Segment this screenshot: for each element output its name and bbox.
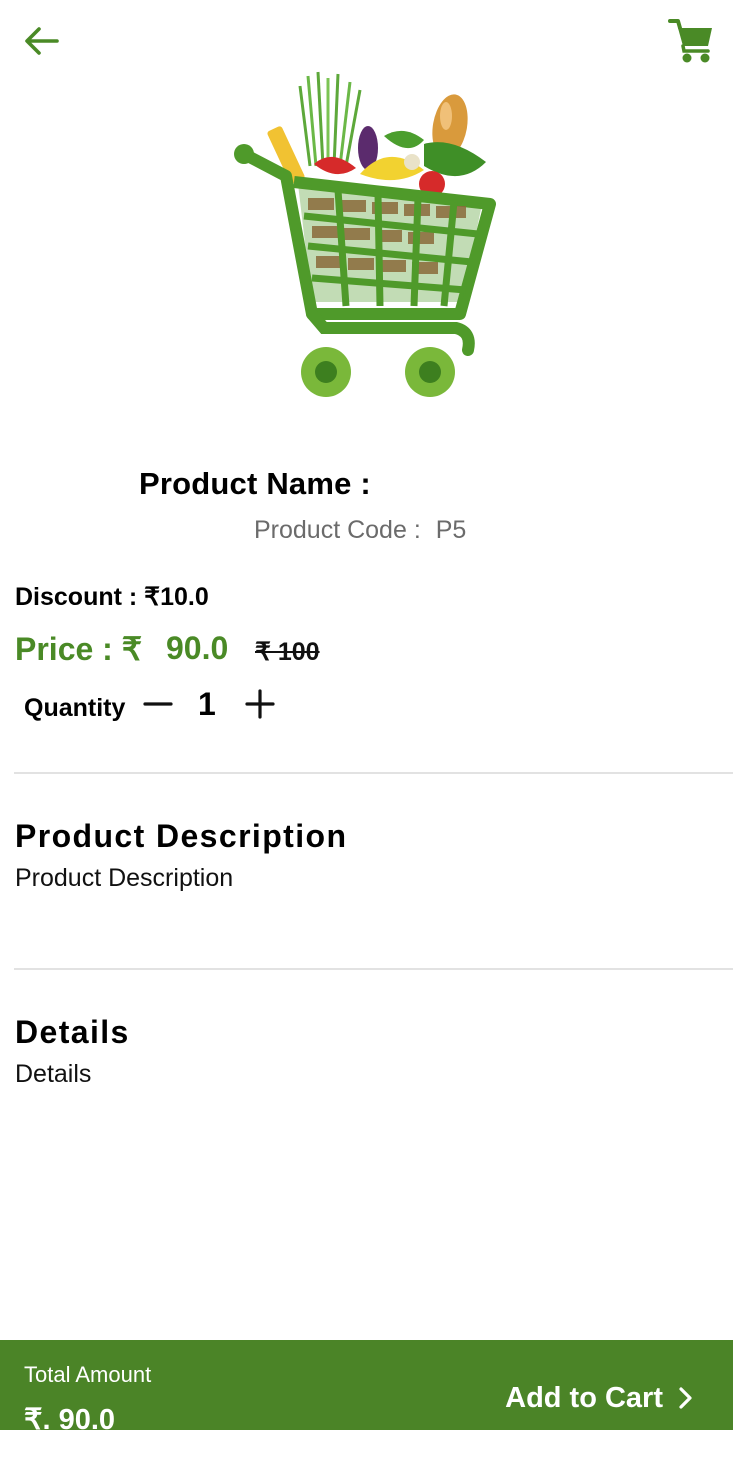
product-code-value: P5 — [435, 516, 467, 544]
total-amount-value: ₹. 90.0 — [24, 1404, 116, 1436]
details-heading: Details — [15, 1014, 130, 1050]
product-image — [228, 66, 498, 402]
product-name-row: Product Name : — [0, 462, 733, 508]
plus-icon — [245, 689, 275, 719]
arrow-left-icon — [25, 27, 59, 55]
quantity-value: 1 — [198, 686, 216, 722]
back-button[interactable] — [18, 18, 64, 64]
decrease-quantity-button[interactable] — [141, 684, 175, 724]
total-amount-label: Total Amount — [24, 1362, 152, 1387]
quantity-stepper: Quantity 1 — [24, 682, 344, 730]
cart-button[interactable] — [665, 14, 717, 66]
add-to-cart-button[interactable]: Add to Cart — [505, 1378, 695, 1418]
price-value: 90.0 — [166, 630, 229, 666]
quantity-label: Quantity — [24, 694, 126, 722]
shopping-cart-icon — [668, 19, 712, 63]
bottom-bar: Total Amount ₹. 90.0 Add to Cart — [0, 1340, 733, 1436]
details-text: Details — [15, 1060, 92, 1088]
price-row: Price : ₹ 90.0 ₹ 100 — [15, 628, 515, 674]
product-code-label: Product Code : — [254, 516, 421, 544]
discount-text: Discount : ₹10.0 — [15, 583, 209, 611]
price-label: Price : ₹ — [15, 631, 143, 667]
increase-quantity-button[interactable] — [242, 684, 278, 724]
original-price: ₹ 100 — [255, 638, 320, 666]
chevron-right-icon — [677, 1385, 695, 1411]
add-to-cart-label: Add to Cart — [505, 1381, 663, 1414]
description-heading: Product Description — [15, 818, 348, 854]
description-text: Product Description — [15, 864, 234, 892]
minus-icon — [143, 702, 173, 706]
divider — [14, 968, 733, 970]
grocery-cart-illustration — [234, 71, 496, 397]
product-name-label: Product Name : — [139, 466, 371, 501]
product-detail-screen: Product Name : Product Code : P5 Discoun… — [0, 0, 733, 1461]
product-code-row: Product Code : P5 — [254, 516, 466, 545]
divider — [14, 772, 733, 774]
